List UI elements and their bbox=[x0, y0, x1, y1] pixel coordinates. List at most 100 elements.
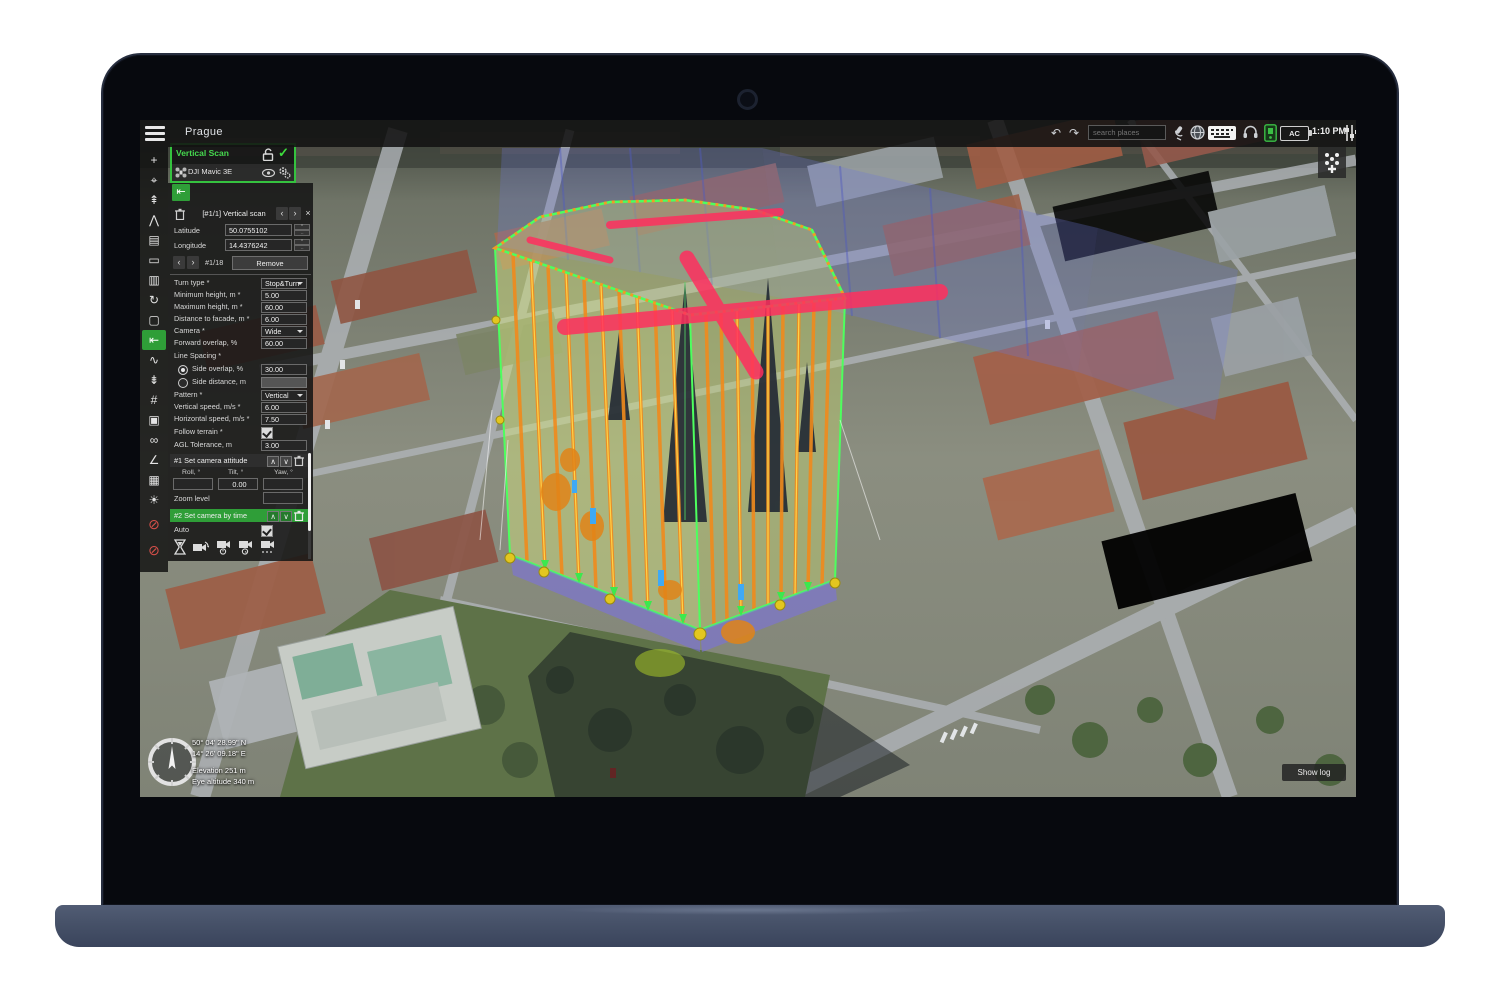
tool-measure[interactable]: ∠ bbox=[140, 450, 168, 470]
keyboard-icon[interactable] bbox=[1208, 126, 1236, 140]
next-point-button[interactable]: › bbox=[187, 256, 199, 269]
camera-by-time-icon[interactable] bbox=[216, 540, 233, 555]
pattern-select[interactable]: Vertical bbox=[261, 390, 307, 401]
camera-attitude-icon[interactable] bbox=[192, 540, 210, 554]
route-vehicle-card[interactable]: Vertical Scan ✓ DJI Mavic 3E bbox=[170, 143, 296, 183]
zoom-level-input[interactable] bbox=[263, 492, 303, 504]
action2-trash-icon[interactable] bbox=[293, 510, 305, 521]
unlock-icon[interactable] bbox=[262, 148, 274, 161]
action1-trash-icon[interactable] bbox=[293, 455, 305, 466]
app-screen: Prague ↶ ↷ bbox=[140, 120, 1356, 797]
follow-terrain-checkbox[interactable] bbox=[261, 427, 273, 439]
zoom-level-label: Zoom level bbox=[174, 494, 210, 503]
tool-overlay[interactable]: ▦ bbox=[140, 470, 168, 490]
page-title: Prague bbox=[185, 126, 223, 138]
menu-icon[interactable] bbox=[145, 125, 165, 141]
action1-move-up-button[interactable]: ∧ bbox=[267, 456, 279, 467]
line-spacing-section-label: Line Spacing * bbox=[168, 351, 313, 363]
tool-add-route[interactable]: + bbox=[140, 150, 168, 170]
vertical-speed-input[interactable]: 6.00 bbox=[261, 402, 307, 413]
route-name: Vertical Scan bbox=[176, 148, 229, 158]
vehicle-row[interactable]: DJI Mavic 3E bbox=[172, 164, 294, 181]
facade-distance-input[interactable]: 6.00 bbox=[261, 314, 307, 325]
tool-facade-scan[interactable]: # bbox=[140, 390, 168, 410]
panel-scrollbar[interactable] bbox=[308, 453, 311, 559]
tilt-input[interactable]: 0.00 bbox=[218, 478, 258, 490]
prev-segment-button[interactable]: ‹ bbox=[276, 207, 288, 220]
prev-point-button[interactable]: ‹ bbox=[173, 256, 185, 269]
tool-takeoff[interactable]: ⇞ bbox=[140, 190, 168, 210]
agl-tolerance-input[interactable]: 3.00 bbox=[261, 440, 307, 451]
show-log-button[interactable]: Show log bbox=[1282, 764, 1346, 781]
side-overlap-input[interactable]: 30.00 bbox=[261, 364, 307, 375]
tool-search-light[interactable]: ☀ bbox=[140, 490, 168, 510]
tool-vertical-scan[interactable]: ⇤ bbox=[142, 330, 166, 350]
point-pager-row: ‹ › #1/18 Remove bbox=[168, 256, 313, 271]
hourglass-icon[interactable] bbox=[174, 539, 186, 555]
side-distance-input[interactable] bbox=[261, 377, 307, 388]
param-row-min-height: Minimum height, m * 5.00 bbox=[168, 290, 313, 302]
turn-type-select[interactable]: Stop&Turn bbox=[261, 278, 307, 289]
tool-landing[interactable]: ⇟ bbox=[140, 370, 168, 390]
remove-point-button[interactable]: Remove bbox=[232, 256, 308, 270]
mission-toolbar: + ⌖ ⇞ ⋀ ▤ ▭ ▥ ↻ ▢ ⇤ ∿ ⇟ # ▣ ∞ ∠ ▦ ☀ ⊘ ⊘ bbox=[140, 147, 168, 572]
redo-icon[interactable]: ↷ bbox=[1066, 125, 1082, 141]
visibility-eye-icon[interactable] bbox=[262, 169, 275, 177]
tool-no-fly-zone[interactable]: ⊘ bbox=[140, 514, 168, 534]
segment-header: [#1/1] Vertical scan ‹ › × bbox=[168, 207, 313, 222]
delete-segment-trash-icon[interactable] bbox=[175, 208, 185, 220]
action1-header[interactable]: #1 Set camera attitude ∧ ∨ bbox=[170, 454, 308, 467]
search-input[interactable] bbox=[1088, 125, 1166, 140]
yaw-input[interactable] bbox=[263, 478, 303, 490]
settings-sliders-icon[interactable] bbox=[1344, 124, 1356, 142]
action2-move-down-button[interactable]: ∨ bbox=[280, 511, 292, 522]
panel-scrollbar-thumb[interactable] bbox=[308, 453, 311, 531]
horizontal-speed-input[interactable]: 7.50 bbox=[261, 414, 307, 425]
tool-photogrammetry[interactable]: ∞ bbox=[140, 430, 168, 450]
auto-checkbox[interactable] bbox=[261, 525, 273, 537]
vertical-scan-panel: ⇤ [#1/1] Vertical scan ‹ › × Latitude 50… bbox=[168, 183, 313, 561]
tool-corridor[interactable]: ∿ bbox=[140, 350, 168, 370]
side-overlap-radio[interactable] bbox=[178, 365, 188, 375]
telemetry-device-icon[interactable] bbox=[1264, 124, 1277, 142]
tool-area-scan[interactable]: ▢ bbox=[140, 310, 168, 330]
compass-icon[interactable] bbox=[146, 736, 198, 788]
tool-no-fly-zone-2[interactable]: ⊘ bbox=[140, 540, 168, 560]
longitude-input[interactable]: 14.4376242 bbox=[225, 239, 292, 251]
camera-select[interactable]: Wide bbox=[261, 326, 307, 337]
min-height-input[interactable]: 5.00 bbox=[261, 290, 307, 301]
tool-polyline[interactable]: ⋀ bbox=[140, 210, 168, 230]
camera-by-distance-icon[interactable] bbox=[238, 540, 255, 555]
camera-mode-strip bbox=[174, 538, 294, 556]
forward-overlap-input[interactable]: 60.00 bbox=[261, 338, 307, 349]
tool-panel-grid[interactable]: ▥ bbox=[140, 270, 168, 290]
tool-orbit[interactable]: ↻ bbox=[140, 290, 168, 310]
next-segment-button[interactable]: › bbox=[289, 207, 301, 220]
roll-input[interactable] bbox=[173, 478, 213, 490]
map-canvas[interactable] bbox=[140, 120, 1356, 797]
laptop-camera bbox=[737, 89, 758, 110]
tool-panel-list[interactable]: ▭ bbox=[140, 250, 168, 270]
longitude-format-toggle[interactable]: °‥ bbox=[294, 239, 311, 252]
globe-icon[interactable] bbox=[1190, 125, 1205, 140]
map-corner-tool[interactable] bbox=[1318, 147, 1346, 178]
latitude-format-toggle[interactable]: °‥ bbox=[294, 224, 311, 237]
side-distance-radio[interactable] bbox=[178, 378, 188, 388]
tool-waypoint[interactable]: ⌖ bbox=[140, 170, 168, 190]
microphone-icon[interactable] bbox=[1172, 125, 1186, 141]
param-row-camera: Camera * Wide bbox=[168, 326, 313, 338]
tool-perimeter[interactable]: ▣ bbox=[140, 410, 168, 430]
camera-series-icon[interactable] bbox=[260, 540, 278, 555]
tool-panel-progress[interactable]: ▤ bbox=[140, 230, 168, 250]
vehicle-settings-gears-icon[interactable] bbox=[278, 166, 291, 179]
param-row-horizontal-speed: Horizontal speed, m/s * 7.50 bbox=[168, 414, 313, 426]
action1-move-down-button[interactable]: ∨ bbox=[280, 456, 292, 467]
max-height-input[interactable]: 60.00 bbox=[261, 302, 307, 313]
action2-header[interactable]: #2 Set camera by time ∧ ∨ bbox=[170, 509, 308, 522]
route-points-icon bbox=[1324, 152, 1340, 173]
latitude-input[interactable]: 50.0755102 bbox=[225, 224, 292, 236]
headset-icon[interactable] bbox=[1242, 124, 1259, 141]
action2-move-up-button[interactable]: ∧ bbox=[267, 511, 279, 522]
undo-icon[interactable]: ↶ bbox=[1048, 125, 1064, 141]
close-panel-button[interactable]: × bbox=[302, 207, 314, 220]
